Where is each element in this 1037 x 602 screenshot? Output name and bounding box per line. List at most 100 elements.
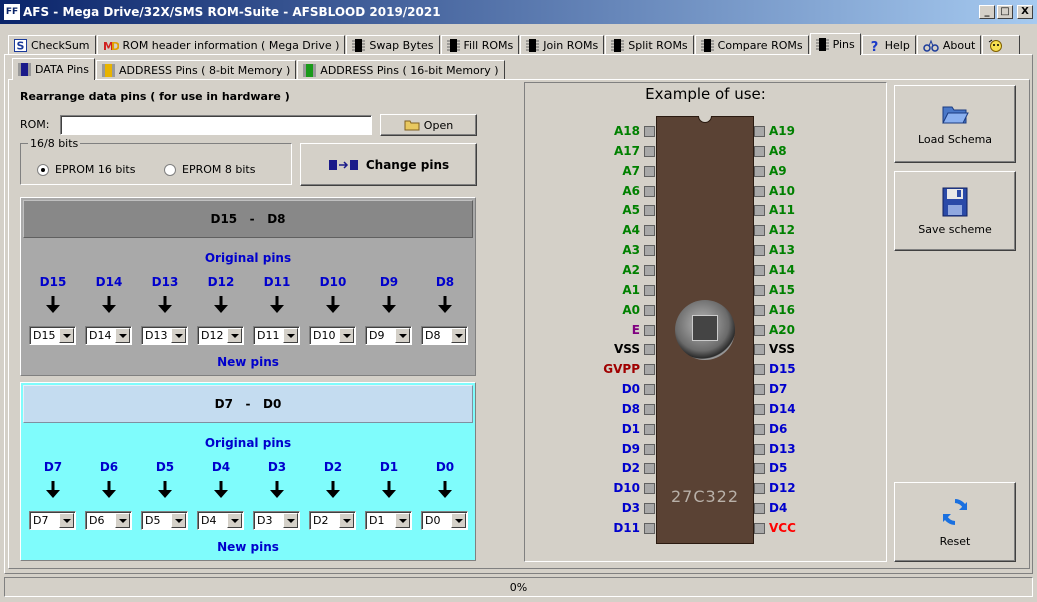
new-pin-select[interactable]: D4 xyxy=(197,511,244,530)
app-icon: FF xyxy=(4,4,20,20)
reset-button[interactable]: Reset xyxy=(894,482,1016,562)
tab-extra[interactable] xyxy=(982,35,1021,55)
tab-compare-roms[interactable]: Compare ROMs xyxy=(694,35,809,55)
new-pin-select[interactable]: D13 xyxy=(141,326,188,345)
chip-pin-stub xyxy=(754,165,765,177)
original-pin-label: D5 xyxy=(155,460,175,474)
new-pin-select[interactable]: D8 xyxy=(421,326,468,345)
down-arrow-icon xyxy=(214,481,228,498)
chevron-down-icon[interactable] xyxy=(451,328,466,343)
new-pin-select[interactable]: D15 xyxy=(29,326,76,345)
svg-text:?: ? xyxy=(870,40,878,52)
original-pin-label: D1 xyxy=(379,460,399,474)
down-arrow-icon xyxy=(270,296,284,313)
new-pin-select[interactable]: D5 xyxy=(141,511,188,530)
tab-checksum[interactable]: S CheckSum xyxy=(8,35,96,55)
tab-rom-header-information-mega-drive[interactable]: M D ROM header information ( Mega Drive ) xyxy=(96,35,346,55)
folder-icon xyxy=(404,120,420,131)
tab-split-roms[interactable]: Split ROMs xyxy=(605,35,694,55)
subtab-data-pins[interactable]: DATA Pins xyxy=(12,58,95,80)
chip-icon xyxy=(700,39,714,52)
chip-pin-stub xyxy=(754,463,765,475)
chip-pin-label-right: D13 xyxy=(769,441,796,456)
chevron-down-icon[interactable] xyxy=(451,513,466,528)
change-pins-button[interactable]: Change pins xyxy=(300,143,477,186)
minimize-button[interactable]: _ xyxy=(979,5,995,19)
new-pin-select[interactable]: D9 xyxy=(365,326,412,345)
rom-path-input[interactable] xyxy=(60,115,372,135)
chip-pin-label-left: A1 xyxy=(622,282,640,297)
chip-pin-stub xyxy=(644,344,655,356)
chip-pin-label-right: A15 xyxy=(769,282,795,297)
chip-pin-stub xyxy=(754,145,765,157)
open-button[interactable]: Open xyxy=(380,114,477,136)
chevron-down-icon[interactable] xyxy=(171,513,186,528)
new-pin-select[interactable]: D7 xyxy=(29,511,76,530)
tab-swap-bytes[interactable]: Swap Bytes xyxy=(346,35,440,55)
face-icon xyxy=(988,39,1004,52)
chevron-down-icon[interactable] xyxy=(227,513,242,528)
chevron-down-icon[interactable] xyxy=(59,328,74,343)
new-pin-select[interactable]: D3 xyxy=(253,511,300,530)
new-pin-select[interactable]: D1 xyxy=(365,511,412,530)
tab-fill-roms[interactable]: Fill ROMs xyxy=(440,35,520,55)
chip-pin-stub xyxy=(754,523,765,534)
chip-pin-stub xyxy=(644,165,655,177)
new-pin-select[interactable]: D14 xyxy=(85,326,132,345)
swap-chips-icon xyxy=(328,159,358,170)
chip-pin-label-right: A9 xyxy=(769,163,787,178)
chip-pin-stub xyxy=(754,423,765,435)
radio-8bit-dot[interactable] xyxy=(164,163,176,176)
chip-pin-label-left: E xyxy=(631,322,640,337)
chevron-down-icon[interactable] xyxy=(227,328,242,343)
original-pin-label: D14 xyxy=(95,275,123,289)
close-button[interactable]: X xyxy=(1017,5,1033,19)
chip-pin-label-right: A16 xyxy=(769,302,795,317)
save-scheme-button[interactable]: Save scheme xyxy=(894,171,1016,251)
tab-join-roms[interactable]: Join ROMs xyxy=(520,35,605,55)
radio-16bit-dot[interactable] xyxy=(37,163,49,176)
radio-8bit[interactable]: EPROM 8 bits xyxy=(164,163,255,176)
new-pin-select[interactable]: D11 xyxy=(253,326,300,345)
load-schema-button[interactable]: Load Schema xyxy=(894,85,1016,163)
chevron-down-icon[interactable] xyxy=(283,513,298,528)
chip-pin-stub xyxy=(754,126,765,137)
new-pin-select[interactable]: D12 xyxy=(197,326,244,345)
new-pin-select[interactable]: D2 xyxy=(309,511,356,530)
tab-about[interactable]: About xyxy=(916,35,982,55)
chevron-down-icon[interactable] xyxy=(395,513,410,528)
new-pin-select[interactable]: D10 xyxy=(309,326,356,345)
question-icon: ? xyxy=(868,39,881,52)
chevron-down-icon[interactable] xyxy=(59,513,74,528)
chevron-down-icon[interactable] xyxy=(171,328,186,343)
chip-pin-label-left: D0 xyxy=(621,382,640,397)
chevron-down-icon[interactable] xyxy=(115,513,130,528)
maximize-button[interactable]: □ xyxy=(997,5,1013,19)
chip-pin-label-left: VSS xyxy=(613,342,640,357)
chip-icon xyxy=(18,63,31,76)
chip-pin-stub xyxy=(754,245,765,257)
chevron-down-icon[interactable] xyxy=(115,328,130,343)
chevron-down-icon[interactable] xyxy=(395,328,410,343)
chevron-down-icon[interactable] xyxy=(339,328,354,343)
new-pin-value: D15 xyxy=(33,329,56,342)
chip-icon xyxy=(611,39,625,52)
radio-16bit[interactable]: EPROM 16 bits xyxy=(37,163,135,176)
bits-group-label: 16/8 bits xyxy=(28,137,81,150)
subtab-address-pins-8-bit-memory[interactable]: ADDRESS Pins ( 8-bit Memory ) xyxy=(96,60,297,80)
tab-pins[interactable]: Pins xyxy=(809,33,861,55)
chip-pin-label-right: D4 xyxy=(769,501,788,516)
new-pin-select[interactable]: D0 xyxy=(421,511,468,530)
chip-pin-stub xyxy=(644,403,655,415)
subtab-address-pins-16-bit-memory[interactable]: ADDRESS Pins ( 16-bit Memory ) xyxy=(297,60,505,80)
chip-pin-label-left: A7 xyxy=(622,163,640,178)
tab-label: Join ROMs xyxy=(543,39,599,52)
chevron-down-icon[interactable] xyxy=(283,328,298,343)
down-arrow-icon xyxy=(382,296,396,313)
tab-help[interactable]: ? Help xyxy=(861,35,916,55)
tab-label: Swap Bytes xyxy=(369,39,434,52)
new-pin-select[interactable]: D6 xyxy=(85,511,132,530)
chevron-down-icon[interactable] xyxy=(339,513,354,528)
svg-text:D: D xyxy=(111,40,119,52)
md-logo-icon: MD xyxy=(103,39,119,52)
